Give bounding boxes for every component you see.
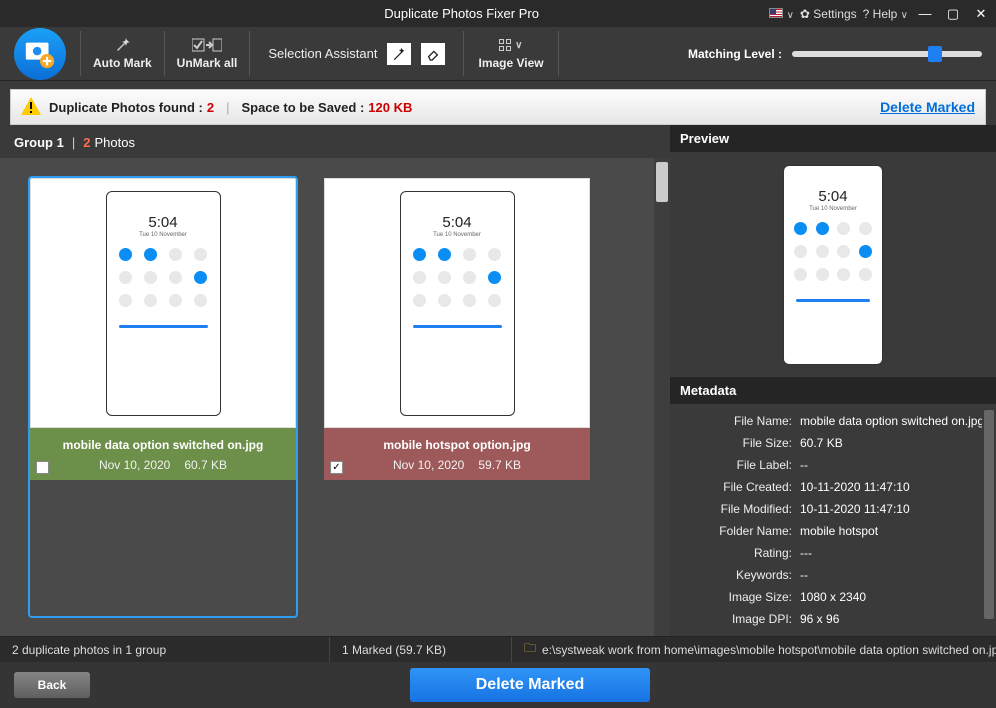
metadata-list: File Name:mobile data option switched on… — [670, 404, 996, 636]
matching-slider[interactable] — [792, 51, 982, 57]
warning-icon — [21, 97, 41, 118]
scrollbar[interactable] — [654, 158, 670, 636]
photo-date: Nov 10, 2020 — [99, 458, 170, 472]
meta-value: 24 — [800, 634, 986, 636]
meta-value: mobile hotspot — [800, 524, 986, 538]
meta-value: 1080 x 2340 — [800, 590, 986, 604]
meta-value: mobile data option switched on.jpg — [800, 414, 986, 428]
meta-key: Keywords: — [680, 568, 800, 582]
meta-key: File Size: — [680, 436, 800, 450]
meta-value: 60.7 KB — [800, 436, 986, 450]
meta-key: File Created: — [680, 480, 800, 494]
status-marked: 1 Marked (59.7 KB) — [330, 637, 512, 662]
chevron-down-icon: ∨ — [515, 40, 522, 51]
image-view-button[interactable]: ∨ Image View — [464, 27, 557, 80]
assist-eraser-button[interactable] — [421, 43, 445, 65]
photo-thumbnail: 5:04 Tue 10 November — [30, 178, 296, 428]
meta-value: 10-11-2020 11:47:10 — [800, 480, 986, 494]
app-logo — [0, 27, 80, 80]
auto-mark-button[interactable]: Auto Mark — [81, 27, 164, 80]
meta-key: File Label: — [680, 458, 800, 472]
photo-size: 60.7 KB — [184, 458, 227, 472]
delete-marked-button[interactable]: Delete Marked — [410, 668, 650, 702]
meta-value: 10-11-2020 11:47:10 — [800, 502, 986, 516]
unmark-icon — [192, 37, 222, 53]
chevron-down-icon: ∨ — [787, 10, 794, 21]
language-flag[interactable]: ∨ — [769, 7, 794, 21]
photo-checkbox[interactable] — [36, 461, 49, 474]
photo-card[interactable]: 5:04 Tue 10 November mobile data option … — [30, 178, 296, 616]
selection-assistant-group: Selection Assistant — [250, 27, 463, 80]
meta-value: -- — [800, 458, 986, 472]
bottom-bar: Back Delete Marked — [0, 662, 996, 708]
eraser-icon — [426, 47, 440, 61]
chevron-down-icon: ∨ — [901, 10, 908, 21]
help-link[interactable]: ? Help ∨ — [863, 7, 908, 21]
app-title: Duplicate Photos Fixer Pro — [4, 6, 769, 21]
flag-icon — [769, 8, 783, 18]
photo-thumbnail: 5:04 Tue 10 November — [324, 178, 590, 428]
found-label: Duplicate Photos found : — [49, 100, 203, 115]
status-path: 🗀 e:\systweak work from home\images\mobi… — [512, 637, 996, 662]
meta-value: 96 x 96 — [800, 612, 986, 626]
status-duplicates: 2 duplicate photos in 1 group — [0, 637, 330, 662]
meta-key: File Modified: — [680, 502, 800, 516]
group-name: Group 1 — [14, 135, 64, 150]
meta-key: Image DPI: — [680, 612, 800, 626]
thumbnails-area: 5:04 Tue 10 November mobile data option … — [0, 158, 670, 636]
back-button[interactable]: Back — [14, 672, 90, 698]
photo-filename: mobile data option switched on.jpg — [38, 438, 288, 452]
scrollbar[interactable] — [982, 410, 996, 630]
meta-value: -- — [800, 568, 986, 582]
matching-level-label: Matching Level : — [688, 47, 782, 61]
status-bar: 2 duplicate photos in 1 group 1 Marked (… — [0, 636, 996, 662]
preview-area: 5:04 Tue 10 November — [670, 152, 996, 377]
wand-icon — [392, 47, 406, 61]
close-button[interactable]: ✕ — [970, 6, 992, 22]
toolbar: Auto Mark UnMark all Selection Assistant… — [0, 27, 996, 81]
maximize-button[interactable]: ▢ — [942, 6, 964, 22]
scrollbar-thumb[interactable] — [984, 410, 994, 619]
found-count: 2 — [207, 100, 214, 115]
delete-marked-link[interactable]: Delete Marked — [880, 99, 975, 115]
slider-thumb[interactable] — [928, 46, 942, 62]
space-label: Space to be Saved : — [241, 100, 364, 115]
group-count: 2 — [83, 135, 90, 150]
meta-key: File Name: — [680, 414, 800, 428]
meta-key: Folder Name: — [680, 524, 800, 538]
unmark-all-button[interactable]: UnMark all — [165, 27, 250, 80]
settings-link[interactable]: ✿ Settings — [800, 7, 857, 21]
folder-icon: 🗀 — [524, 639, 536, 660]
space-value: 120 KB — [368, 100, 412, 115]
minimize-button[interactable]: — — [914, 6, 936, 22]
info-bar: Duplicate Photos found : 2 | Space to be… — [10, 89, 986, 125]
titlebar: Duplicate Photos Fixer Pro ∨ ✿ Settings … — [0, 0, 996, 27]
titlebar-controls: ∨ ✿ Settings ? Help ∨ — ▢ ✕ — [769, 6, 992, 22]
photo-date: Nov 10, 2020 — [393, 458, 464, 472]
grid-icon — [499, 39, 511, 51]
matching-level-control: Matching Level : — [688, 27, 996, 80]
group-photos-label: Photos — [94, 135, 134, 150]
assist-wand-button[interactable] — [387, 43, 411, 65]
group-header: Group 1 | 2 Photos — [0, 125, 670, 158]
scrollbar-thumb[interactable] — [656, 162, 668, 202]
meta-value: --- — [800, 546, 986, 560]
photo-card[interactable]: 5:04 Tue 10 November mobile hotspot opti… — [324, 178, 590, 616]
meta-key: Image Size: — [680, 590, 800, 604]
photo-size: 59.7 KB — [478, 458, 521, 472]
selection-assistant-label: Selection Assistant — [268, 46, 377, 61]
photo-gear-icon — [23, 37, 57, 71]
preview-title: Preview — [670, 125, 996, 152]
metadata-title: Metadata — [670, 377, 996, 404]
photo-filename: mobile hotspot option.jpg — [332, 438, 582, 452]
wand-icon — [114, 37, 130, 53]
meta-key: Bit Depth: — [680, 634, 800, 636]
photo-checkbox[interactable]: ✓ — [330, 461, 343, 474]
meta-key: Rating: — [680, 546, 800, 560]
